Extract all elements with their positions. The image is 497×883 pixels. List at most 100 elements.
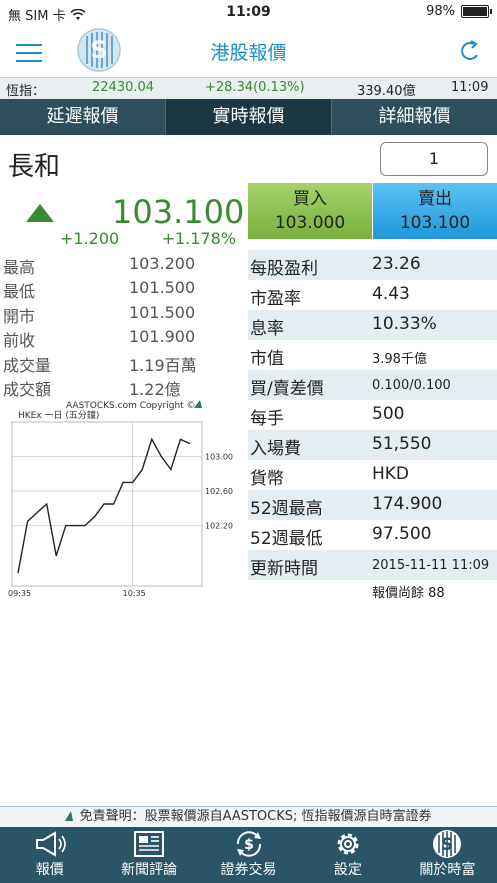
cash-logo-icon: S xyxy=(433,830,462,858)
stat-value: 103.200 xyxy=(129,254,196,273)
stat-row: 前收 101.900 xyxy=(3,327,243,351)
tab-detailed-quote[interactable]: 詳細報價 xyxy=(332,99,497,135)
stat-row: 開市 101.500 xyxy=(3,303,243,327)
detail-value: 0.100/0.100 xyxy=(372,378,451,393)
battery-icon xyxy=(461,5,492,18)
tab-trading[interactable]: $ 證券交易 xyxy=(199,827,298,883)
buy-button[interactable]: 買入 103.000 xyxy=(248,183,372,239)
stat-label: 開市 xyxy=(3,306,36,326)
price-change-percent: +1.178% xyxy=(161,229,236,248)
detail-label: 更新時間 xyxy=(250,559,318,579)
detail-value: 500 xyxy=(372,404,405,424)
y-tick-label: 103.00 xyxy=(205,453,233,462)
detail-row: 52週最高 174.900 xyxy=(248,490,497,520)
disclaimer-text: 免責聲明：股票報價源自AASTOCKS; 恆指報價源自時富證券 xyxy=(79,809,432,824)
detail-label: 買/賣差價 xyxy=(250,379,324,399)
detail-value: 97.500 xyxy=(372,524,432,544)
stat-row: 最高 103.200 xyxy=(3,254,243,278)
exchange-icon: $ xyxy=(236,831,261,857)
detail-row: 貨幣 HKD xyxy=(248,460,497,490)
aastocks-logo-icon xyxy=(65,811,74,821)
refresh-icon[interactable] xyxy=(457,38,483,64)
buy-label: 買入 xyxy=(293,189,327,209)
up-arrow-icon xyxy=(26,204,54,222)
detail-row: 每手 500 xyxy=(248,400,497,430)
detail-row: 每股盈利 23.26 xyxy=(248,250,497,280)
status-bar: 無 SIM 卡 11:09 98% xyxy=(0,0,497,26)
battery-percent: 98% xyxy=(426,4,455,19)
clock: 11:09 xyxy=(226,4,271,20)
stat-value: 1.19百萬 xyxy=(129,355,197,375)
tab-label: 關於時富 xyxy=(419,862,476,878)
detail-table: 每股盈利 23.26 市盈率 4.43 息率 10.33% 市值 3.98千億 買/賣差… xyxy=(248,250,497,580)
tab-label: 新聞評論 xyxy=(121,862,178,878)
stat-value: 101.500 xyxy=(129,278,196,298)
gear-icon xyxy=(337,833,359,855)
bid-price: 103.000 xyxy=(274,213,346,233)
quantity-input[interactable]: 1 xyxy=(380,142,488,176)
detail-label: 市盈率 xyxy=(250,289,301,309)
detail-value: 4.43 xyxy=(372,284,410,304)
detail-row: 市值 3.98千億 xyxy=(248,340,497,370)
bottom-tab-bar: 報價 新聞評論 $ 證券交易 設定 S 關於時富 xyxy=(0,827,497,883)
tab-realtime-quote[interactable]: 實時報價 xyxy=(166,99,332,135)
detail-label: 52週最低 xyxy=(250,529,323,549)
detail-label: 每股盈利 xyxy=(250,259,318,279)
tab-label: 設定 xyxy=(333,862,362,878)
sell-button[interactable]: 賣出 103.100 xyxy=(373,183,497,239)
chart-copyright: AASTOCKS.com Copyright © xyxy=(66,401,196,411)
disclaimer: 免責聲明：股票報價源自AASTOCKS; 恆指報價源自時富證券 xyxy=(0,806,497,827)
svg-text:$: $ xyxy=(244,837,254,853)
price-stats: 最高 103.200 最低 101.500 開市 101.500 前收 101.900 … xyxy=(3,254,243,400)
svg-text:S: S xyxy=(441,835,453,855)
tab-about[interactable]: S 關於時富 xyxy=(398,827,497,883)
detail-row: 息率 10.33% xyxy=(248,310,497,340)
stat-value: 1.22億 xyxy=(129,379,181,399)
quote-tabs: 延遲報價 實時報價 詳細報價 xyxy=(0,99,497,135)
tab-settings[interactable]: 設定 xyxy=(298,827,397,883)
newspaper-icon xyxy=(134,831,165,857)
tab-quote[interactable]: 報價 xyxy=(0,827,99,883)
stat-row: 成交量 1.19百萬 xyxy=(3,352,243,376)
detail-label: 每手 xyxy=(250,409,284,429)
tab-news[interactable]: 新聞評論 xyxy=(99,827,198,883)
megaphone-icon xyxy=(35,831,66,857)
last-price: 103.100 xyxy=(112,193,245,231)
detail-value: 51,550 xyxy=(372,434,432,454)
quote-remaining: 報價尚餘 88 xyxy=(372,586,445,601)
sell-label: 賣出 xyxy=(418,189,452,209)
detail-value: 23.26 xyxy=(372,254,421,274)
intraday-chart: AASTOCKS.com Copyright © HKEx 一日 (五分鐘) 1… xyxy=(4,398,244,598)
hsi-turnover: 339.40億 xyxy=(357,84,416,99)
hsi-change: +28.34(0.13%) xyxy=(205,80,305,95)
detail-label: 市值 xyxy=(250,349,284,369)
detail-label: 52週最高 xyxy=(250,499,323,519)
detail-label: 息率 xyxy=(250,319,284,339)
stat-label: 最低 xyxy=(3,282,36,302)
nav-bar: S 港股報價 xyxy=(0,26,497,76)
y-tick-label: 102.60 xyxy=(205,487,233,496)
detail-row: 更新時間 2015-11-11 11:09 xyxy=(248,550,497,580)
stat-value: 101.500 xyxy=(129,302,196,322)
page-title: 港股報價 xyxy=(210,42,287,64)
stat-label: 最高 xyxy=(3,258,36,277)
detail-value: 174.900 xyxy=(372,494,443,514)
stat-row: 成交額 1.22億 xyxy=(3,376,243,400)
y-tick-label: 102.20 xyxy=(205,522,233,531)
stat-label: 成交額 xyxy=(3,379,52,399)
stat-value: 101.900 xyxy=(129,327,196,347)
price-change: +1.200 xyxy=(60,229,120,248)
hsi-index: 22430.04 xyxy=(92,80,155,95)
hsi-time: 11:09 xyxy=(451,80,489,95)
detail-label: 入場費 xyxy=(250,439,301,459)
detail-value: 10.33% xyxy=(372,314,437,334)
tab-delayed-quote[interactable]: 延遲報價 xyxy=(0,99,166,135)
detail-value: 3.98千億 xyxy=(372,352,427,367)
stat-label: 前收 xyxy=(3,331,36,351)
detail-row: 入場費 51,550 xyxy=(248,430,497,460)
stock-name: 長和 xyxy=(8,152,61,182)
detail-row: 市盈率 4.43 xyxy=(248,280,497,310)
detail-row: 買/賣差價 0.100/0.100 xyxy=(248,370,497,400)
chart-caption: HKEx 一日 (五分鐘) xyxy=(18,409,99,421)
stat-row: 最低 101.500 xyxy=(3,278,243,302)
